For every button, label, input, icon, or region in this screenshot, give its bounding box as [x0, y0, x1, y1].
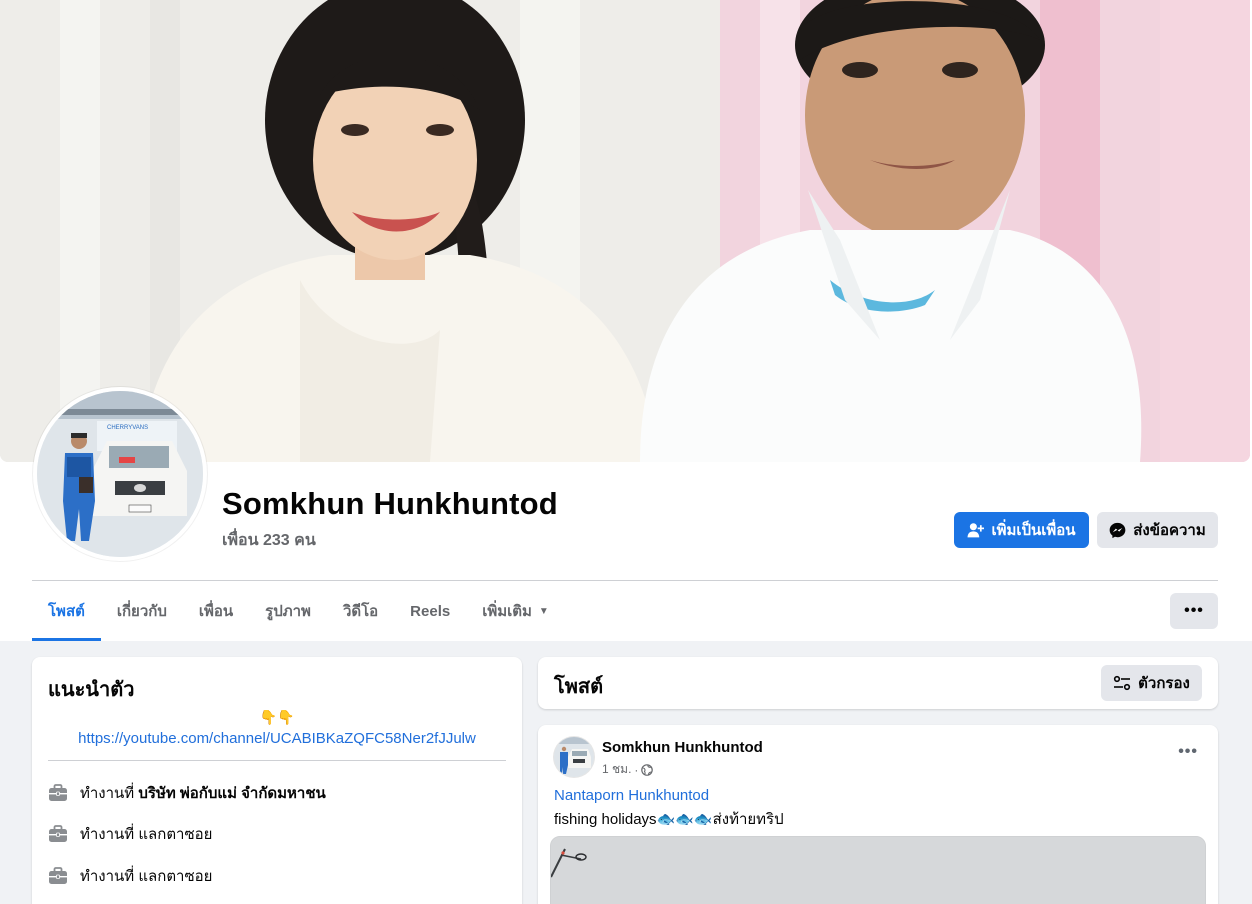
post-tagged-person-link[interactable]: Nantaporn Hunkhuntod — [554, 787, 709, 804]
tab-more-label: เพิ่มเติม — [482, 603, 532, 620]
profile-picture[interactable]: CHERRYVANS — [33, 387, 207, 561]
tab-friends[interactable]: เพื่อน — [183, 581, 249, 641]
profile-header: CHERRYVANS Somkhun Hunkhuntod เพื่อน 233… — [0, 0, 1252, 641]
briefcase-icon — [49, 784, 67, 801]
post-author-avatar-illustration — [554, 737, 594, 777]
tab-posts-label: โพสต์ — [48, 603, 85, 620]
work-item: ทำงานที่ บริษัท พ่อกับแม่ จำกัดมหาชน — [48, 782, 326, 804]
tab-friends-label: เพื่อน — [198, 603, 234, 620]
message-label: ส่งข้อความ — [1133, 522, 1206, 539]
more-options-button[interactable]: ••• — [1170, 593, 1218, 629]
tab-about[interactable]: เกี่ยวกับ — [101, 581, 183, 641]
tab-photos-label: รูปภาพ — [265, 603, 311, 620]
tab-posts[interactable]: โพสต์ — [32, 581, 101, 641]
work-place-link[interactable]: บริษัท พ่อกับแม่ จำกัดมหาชน — [138, 785, 325, 802]
posts-title: โพสต์ — [554, 676, 604, 698]
intro-emoji: 👇👇 — [259, 709, 295, 725]
work-item: ทำงานที่ แลกตาซอย — [48, 823, 212, 845]
filter-label: ตัวกรอง — [1138, 675, 1190, 692]
tab-videos-label: วิดีโอ — [342, 603, 379, 620]
intro-title: แนะนำตัว — [48, 679, 135, 701]
post-photo-illustration — [551, 837, 1205, 904]
post-card: Somkhun Hunkhuntod 1 ชม. · ••• Nantaporn… — [538, 725, 1218, 904]
intro-divider — [48, 760, 506, 761]
post-time[interactable]: 1 ชม. — [602, 760, 631, 779]
work-place: แลกตาซอย — [138, 826, 213, 843]
tab-photos[interactable]: รูปภาพ — [249, 581, 327, 641]
post-options-button[interactable]: ••• — [1178, 743, 1198, 761]
post-author-avatar[interactable] — [554, 737, 594, 777]
add-friend-label: เพิ่มเป็นเพื่อน — [991, 522, 1076, 539]
work-prefix: ทำงานที่ — [80, 826, 135, 843]
briefcase-icon — [49, 867, 67, 884]
briefcase-icon — [49, 825, 67, 842]
profile-tabs: โพสต์ เกี่ยวกับ เพื่อน รูปภาพ วิดีโอ Ree… — [32, 581, 565, 641]
tab-more[interactable]: เพิ่มเติม ▼ — [466, 581, 565, 641]
work-prefix: ทำงานที่ — [80, 868, 135, 885]
post-text: fishing holidays🐟🐟🐟ส่งท้ายทริป — [554, 811, 784, 828]
message-button[interactable]: ส่งข้อความ — [1097, 512, 1218, 548]
intro-card: แนะนำตัว 👇👇 https://youtube.com/channel/… — [32, 657, 522, 904]
filter-sliders-icon — [1114, 675, 1131, 691]
tab-videos[interactable]: วิดีโอ — [327, 581, 394, 641]
filter-button[interactable]: ตัวกรอง — [1101, 665, 1202, 701]
cover-photo[interactable] — [0, 0, 1250, 462]
tab-reels[interactable]: Reels — [394, 581, 466, 641]
profile-name: Somkhun Hunkhuntod — [222, 486, 558, 521]
globe-icon[interactable] — [641, 763, 654, 776]
post-meta: 1 ชม. · — [602, 760, 654, 779]
add-friend-button[interactable]: เพิ่มเป็นเพื่อน — [954, 512, 1089, 548]
cover-photo-illustration — [0, 0, 1250, 462]
tab-about-label: เกี่ยวกับ — [116, 603, 167, 620]
tab-reels-label: Reels — [410, 602, 451, 620]
meta-separator: · — [634, 762, 639, 777]
add-friend-icon — [967, 522, 985, 537]
work-place: แลกตาซอย — [138, 868, 213, 885]
messenger-icon — [1109, 522, 1126, 538]
friends-count[interactable]: เพื่อน 233 คน — [222, 528, 316, 553]
svg-text:CHERRYVANS: CHERRYVANS — [107, 425, 148, 431]
post-author-name[interactable]: Somkhun Hunkhuntod — [602, 739, 763, 756]
caret-down-icon: ▼ — [538, 605, 549, 617]
post-photo[interactable] — [550, 836, 1206, 904]
work-prefix: ทำงานที่ — [80, 785, 135, 802]
work-item: ทำงานที่ แลกตาซอย — [48, 865, 212, 887]
posts-header-card: โพสต์ ตัวกรอง — [538, 657, 1218, 709]
profile-picture-illustration: CHERRYVANS — [37, 391, 203, 557]
intro-youtube-link[interactable]: https://youtube.com/channel/UCABIBKaZQFC… — [32, 730, 522, 747]
